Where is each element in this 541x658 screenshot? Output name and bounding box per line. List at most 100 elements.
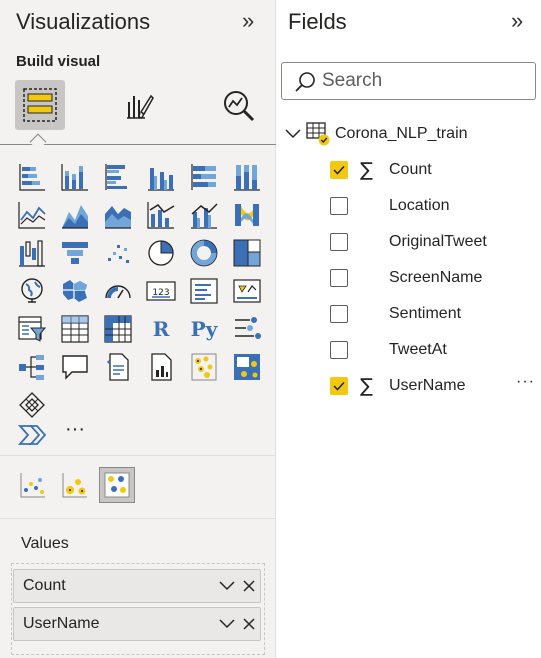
sigma-icon: ∑ [360,375,373,397]
table-icon[interactable] [58,312,92,346]
field-item-count[interactable]: ∑ Count [330,156,530,184]
field-name: Count [389,161,432,178]
values-well-item-username[interactable]: UserName [13,607,261,641]
fields-search[interactable] [281,62,536,100]
matrix-icon[interactable] [101,312,135,346]
filled-map-icon[interactable] [58,274,92,308]
kpi-icon[interactable] [230,274,264,308]
slicer-icon[interactable] [15,312,49,346]
field-item-tweetat[interactable]: TweetAt [330,336,530,364]
field-name: ScreenName [389,269,483,286]
analytics-tab[interactable] [213,80,263,130]
py-label: Py [190,317,218,341]
field-checkbox[interactable] [330,161,348,179]
python-visual-icon[interactable]: Py [187,312,221,346]
line-and-clustered-column-chart-icon[interactable] [187,198,221,232]
build-visual-label: Build visual [16,53,101,70]
values-well-label: Values [21,535,69,552]
format-visual-icon [127,94,154,119]
custom-visual-a-icon[interactable] [187,350,221,384]
field-item-username[interactable]: ∑ UserName [330,372,530,400]
visual-mode-tabs [0,78,276,151]
gallery-divider [0,455,276,456]
r-script-visual-icon[interactable]: R [144,312,178,346]
map-icon[interactable] [15,274,49,308]
clustered-bar-chart-icon[interactable] [101,160,135,194]
pie-chart-icon[interactable] [144,236,178,270]
100-stacked-column-chart-icon[interactable] [230,160,264,194]
custom-visual-b-icon[interactable] [230,350,264,384]
fields-title: Fields [288,9,347,34]
field-name: Location [389,197,450,214]
treemap-icon[interactable] [230,236,264,270]
visualizations-title: Visualizations [16,9,151,34]
field-item-location[interactable]: Location [330,192,530,220]
power-automate-icon[interactable] [15,418,49,452]
field-checkbox[interactable] [330,341,348,359]
waterfall-chart-icon[interactable] [15,236,49,270]
fields-pane: Fields » Corona_NLP_train ∑ Count Locati… [276,0,541,658]
custom-scatter-icon[interactable] [15,467,51,503]
ribbon-chart-icon[interactable] [230,198,264,232]
format-visual-tab[interactable] [113,80,163,130]
field-checkbox[interactable] [330,233,348,251]
field-name: UserName [389,377,466,394]
collapse-visualizations-icon[interactable]: » [242,8,254,34]
stacked-bar-chart-icon[interactable] [15,160,49,194]
visualizations-pane: Visualizations » Build visual 123 R Py ·… [0,0,276,658]
collapse-fields-icon[interactable]: » [511,8,523,34]
custom-bubble-icon[interactable] [57,467,93,503]
r-label: R [152,317,170,341]
100-stacked-bar-chart-icon[interactable] [187,160,221,194]
field-item-originaltweet[interactable]: OriginalTweet [330,228,530,256]
table-node-corona-nlp-train[interactable]: Corona_NLP_train [284,121,534,147]
area-chart-icon[interactable] [58,198,92,232]
donut-chart-icon[interactable] [187,236,221,270]
field-checkbox[interactable] [330,197,348,215]
gauge-icon[interactable] [101,274,135,308]
more-visuals-icon[interactable]: ··· [58,412,92,446]
build-visual-tab[interactable] [15,80,65,130]
power-apps-icon[interactable] [15,388,49,422]
search-icon [295,72,315,92]
chevron-down-icon[interactable] [284,128,302,140]
more-options-icon[interactable]: ··· [516,373,535,391]
field-checkbox[interactable] [330,305,348,323]
active-tab-indicator [29,133,47,151]
wells-divider [0,518,276,519]
field-checkbox[interactable] [330,377,348,395]
stacked-column-chart-icon[interactable] [58,160,92,194]
well-item-name: UserName [23,615,100,632]
field-name: Sentiment [389,305,462,322]
field-checkbox[interactable] [330,269,348,287]
field-item-sentiment[interactable]: Sentiment [330,300,530,328]
line-and-stacked-column-chart-icon[interactable] [144,198,178,232]
funnel-chart-icon[interactable] [58,236,92,270]
close-icon[interactable] [238,607,260,641]
clustered-column-chart-icon[interactable] [144,160,178,194]
search-input[interactable] [322,68,522,94]
scatter-chart-icon[interactable] [101,236,135,270]
multi-row-card-icon[interactable] [187,274,221,308]
card-icon[interactable]: 123 [144,274,178,308]
custom-cluster-icon[interactable] [99,467,135,503]
decomposition-tree-icon[interactable] [15,350,49,384]
field-name: TweetAt [389,341,447,358]
build-visual-icon [23,88,57,122]
stacked-area-chart-icon[interactable] [101,198,135,232]
values-well-item-count[interactable]: Count [13,569,261,603]
field-name: OriginalTweet [389,233,487,250]
smart-narrative-icon[interactable] [101,350,135,384]
table-name: Corona_NLP_train [335,125,468,142]
sigma-icon: ∑ [360,159,373,181]
well-item-name: Count [23,577,66,594]
key-influencers-icon[interactable] [230,312,264,346]
qa-icon[interactable] [58,350,92,384]
close-icon[interactable] [238,569,260,603]
line-chart-icon[interactable] [15,198,49,232]
chevron-down-icon[interactable] [216,607,238,641]
chevron-down-icon[interactable] [216,569,238,603]
paginated-report-icon[interactable] [144,350,178,384]
field-item-screenname[interactable]: ScreenName [330,264,530,292]
table-icon [306,122,330,146]
